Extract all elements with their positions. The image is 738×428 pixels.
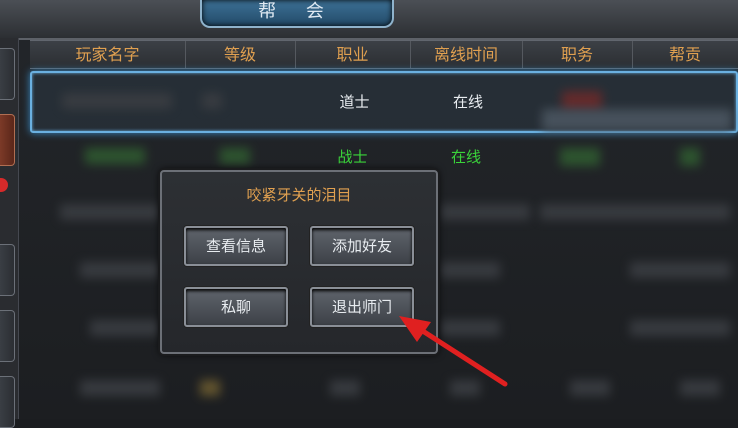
- popup-player-name: 咬紧牙关的泪目: [246, 186, 352, 204]
- blurred-row-content: [80, 380, 160, 396]
- blurred-row-content: [440, 204, 530, 220]
- header-class[interactable]: 职业: [295, 41, 411, 68]
- notification-dot-icon: [0, 178, 8, 192]
- header-contribution[interactable]: 帮贡: [632, 41, 738, 68]
- blurred-row-content: [80, 262, 160, 278]
- blurred-position: [562, 91, 602, 111]
- blurred-row-content: [630, 320, 730, 336]
- side-tab-2[interactable]: [0, 114, 15, 166]
- blurred-row-content: [440, 262, 500, 278]
- row-class: 道士: [339, 93, 370, 111]
- side-tab-4[interactable]: [0, 310, 15, 362]
- side-tab-bar: [0, 38, 19, 428]
- blurred-row-content: [540, 204, 730, 220]
- add-friend-button[interactable]: 添加好友: [310, 226, 414, 266]
- row-status: 在线: [452, 93, 483, 111]
- header-offline-time[interactable]: 离线时间: [410, 41, 523, 68]
- blurred-level: [202, 93, 222, 109]
- blurred-row-content: [60, 204, 160, 220]
- table-header: 玩家名字 等级 职业 离线时间 职务 帮贡: [30, 40, 738, 69]
- blurred-row-content: [630, 262, 730, 278]
- blurred-name: [62, 93, 172, 109]
- private-chat-button[interactable]: 私聊: [184, 287, 288, 327]
- header-position[interactable]: 职务: [522, 41, 633, 68]
- blurred-row-content: [330, 380, 360, 396]
- blurred-contribution: [680, 148, 700, 166]
- header-level[interactable]: 等级: [185, 41, 296, 68]
- blurred-name: [85, 148, 145, 164]
- blurred-row-content: [90, 320, 160, 336]
- guild-window: 帮 会 玩家名字 等级 职业 离线时间 职务 帮贡 道士 在线 战士 在线 咬紧…: [0, 0, 738, 428]
- red-arrow-icon: [399, 316, 508, 387]
- blurred-row-content: [200, 380, 220, 396]
- side-tab-1[interactable]: [0, 48, 15, 100]
- side-tab-3[interactable]: [0, 244, 15, 296]
- blurred-level: [220, 148, 250, 164]
- table-row[interactable]: 道士 在线: [30, 71, 738, 133]
- view-info-button[interactable]: 查看信息: [184, 226, 288, 266]
- blurred-row-content: [680, 380, 720, 396]
- window-title-plate: 帮 会: [200, 0, 394, 28]
- header-player-name[interactable]: 玩家名字: [30, 41, 186, 68]
- blurred-position: [560, 148, 600, 166]
- table-row[interactable]: [30, 360, 738, 418]
- side-tab-5[interactable]: [0, 376, 15, 428]
- blurred-row-content: [570, 380, 610, 396]
- window-title: 帮 会: [258, 1, 336, 22]
